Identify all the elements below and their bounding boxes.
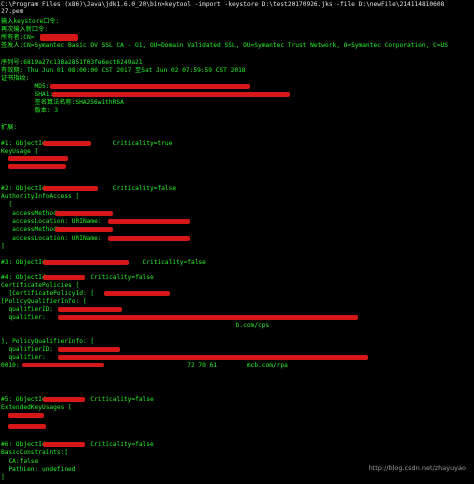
console-line: accessMethod:	[1, 210, 61, 217]
console-line: C:\Program Files (x86)\Java\jdk1.6.0_20\…	[1, 1, 445, 8]
console-line: accessMethod:	[1, 226, 61, 233]
console-line: MD5:	[1, 83, 50, 90]
console-line: 证书指纹:	[1, 75, 30, 82]
console-line: 签发人:CN=Symantec Basic DV SSL CA - G1, OU…	[1, 42, 448, 49]
console-line: ], PolicyQualifierInfo: [	[1, 338, 95, 345]
redaction-mark	[58, 307, 122, 312]
redaction-mark	[22, 363, 104, 367]
console-line: [CertificatePolicyId: [	[1, 290, 95, 297]
console-line: b.com/cps	[1, 322, 270, 329]
redaction-mark	[8, 413, 44, 418]
redaction-mark	[55, 227, 113, 232]
console-line: accessLocation: URIName:	[1, 235, 102, 242]
console-line: SHA1:	[1, 91, 54, 98]
console-line: 序列号:6819a27c138a2851f03fe6ect6249a21	[1, 59, 143, 66]
redaction-mark	[58, 315, 358, 320]
console-line: KeyUsage [	[1, 148, 39, 155]
console-line: BasicConstraints:[	[1, 449, 69, 456]
console-line: 27.pem	[1, 8, 24, 15]
console-line: PathLen: undefined	[1, 466, 76, 473]
redaction-mark	[43, 275, 85, 280]
redaction-mark	[50, 84, 250, 89]
console-line: [PolicyQualifierInfo: [	[1, 298, 87, 305]
console-line: CA:false	[1, 458, 39, 465]
console-line: 扩展:	[1, 124, 18, 131]
console-line: ExtendedKeyUsages [	[1, 404, 72, 411]
console-line: qualifierID:	[1, 306, 54, 313]
redaction-mark	[8, 156, 68, 161]
watermark-text: http://blog.csdn.net/zhayuyao	[368, 463, 466, 472]
terminal-window[interactable]: C:\Program Files (x86)\Java\jdk1.6.0_20\…	[0, 0, 474, 484]
redaction-mark	[108, 236, 190, 241]
console-line: 输入keystore口令:	[1, 18, 60, 25]
console-line: CertificatePolicies [	[1, 282, 80, 289]
console-line: 所有者:CN=	[1, 34, 35, 41]
redaction-mark	[43, 397, 85, 402]
redaction-mark	[58, 347, 120, 352]
redaction-mark	[43, 260, 129, 265]
redaction-mark	[104, 291, 170, 296]
console-line: AuthorityInfoAccess [	[1, 193, 80, 200]
console-line: ]	[1, 474, 5, 481]
console-line: accessLocation: URIName:	[1, 218, 102, 225]
redaction-mark	[108, 219, 190, 224]
redaction-mark	[40, 34, 78, 41]
redaction-mark	[8, 164, 66, 169]
console-line: 签名算法名称:SHA256withRSA	[1, 99, 124, 106]
redaction-mark	[8, 424, 46, 429]
redaction-mark	[55, 211, 113, 216]
console-line: ]	[1, 243, 5, 250]
console-line: 版本: 3	[1, 107, 59, 114]
console-line: qualifierID:	[1, 346, 54, 353]
redaction-mark	[43, 442, 85, 447]
console-line: qualifier:	[1, 354, 46, 361]
console-line: 有效期: Thu Jun 01 08:00:00 CST 2017 至Sat J…	[1, 67, 246, 74]
redaction-mark	[58, 355, 368, 360]
console-line: qualifier:	[1, 314, 46, 321]
redaction-mark	[52, 92, 290, 97]
console-line: 再次输入新口令:	[1, 26, 49, 33]
console-line: [	[1, 201, 13, 208]
redaction-mark	[43, 141, 91, 146]
redaction-mark	[43, 186, 98, 191]
